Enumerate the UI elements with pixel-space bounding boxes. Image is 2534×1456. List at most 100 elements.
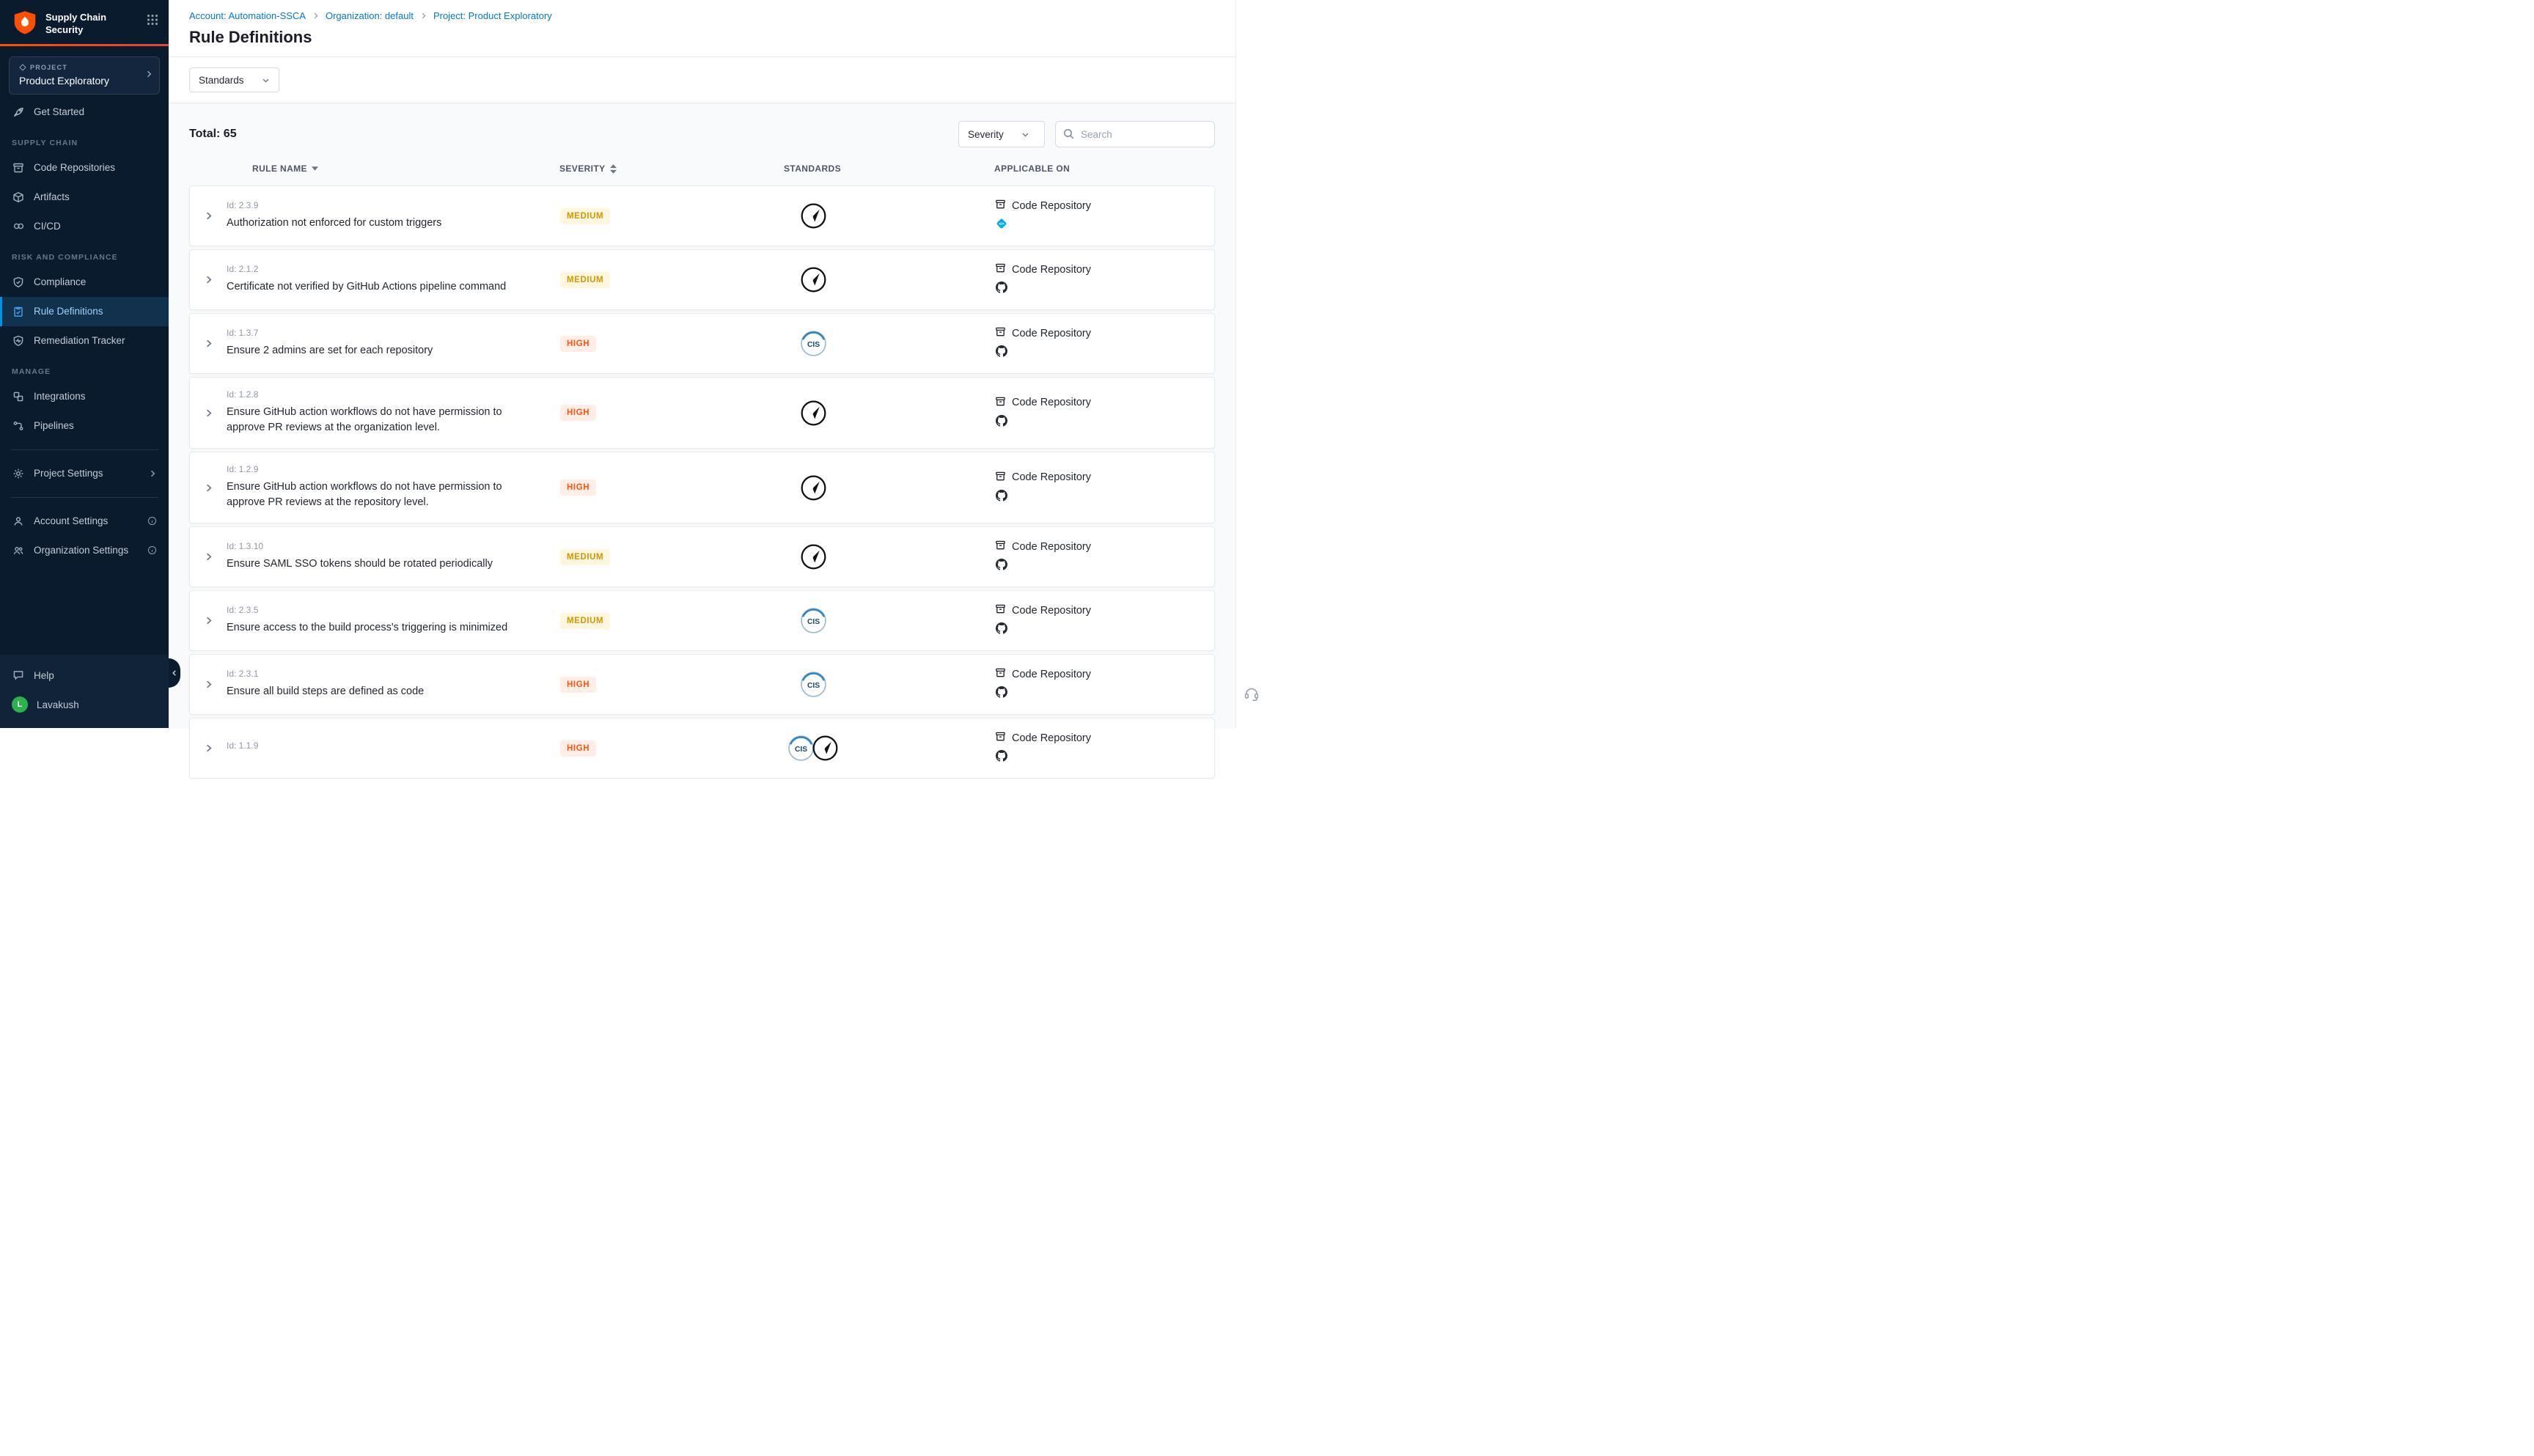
standards-cell <box>696 474 930 501</box>
standards-dropdown[interactable]: Standards <box>189 67 279 92</box>
sidebar-user[interactable]: L Lavakush <box>0 690 169 719</box>
table-row[interactable]: Id: 2.3.1 Ensure all build steps are def… <box>189 654 1215 715</box>
chevron-right-icon <box>312 12 320 20</box>
right-gutter <box>1235 0 1267 728</box>
sidebar-item-artifacts[interactable]: Artifacts <box>0 183 169 212</box>
column-severity[interactable]: SEVERITY <box>559 163 695 174</box>
chevron-right-icon <box>419 12 427 20</box>
account-icon <box>12 515 25 527</box>
support-headset-icon[interactable] <box>1244 685 1260 705</box>
github-icon <box>996 490 1007 505</box>
paper-plane-standard-icon <box>812 735 839 762</box>
cis-standard-icon: CIS <box>800 607 827 634</box>
row-expand-chevron-icon[interactable] <box>190 615 227 626</box>
row-expand-chevron-icon[interactable] <box>190 679 227 690</box>
sidebar-item-project-settings[interactable]: Project Settings <box>0 459 169 488</box>
row-expand-chevron-icon[interactable] <box>190 210 227 221</box>
breadcrumb-organization-link[interactable]: Organization: default <box>326 10 414 21</box>
sidebar-item-integrations[interactable]: Integrations <box>0 382 169 411</box>
rule-id: Id: 1.2.9 <box>227 465 560 474</box>
section-risk-and-compliance: RISK AND COMPLIANCE <box>0 241 169 268</box>
sidebar-item-label: Help <box>34 670 54 681</box>
row-expand-chevron-icon[interactable] <box>190 408 227 419</box>
severity-dropdown[interactable]: Severity <box>958 121 1045 147</box>
gear-icon <box>12 468 25 479</box>
sidebar-item-label: Rule Definitions <box>34 306 103 317</box>
search-input[interactable] <box>1055 121 1215 147</box>
applicable-on-label: Code Repository <box>1012 397 1091 408</box>
svg-text:CIS: CIS <box>807 682 819 690</box>
apps-grid-icon[interactable] <box>147 10 158 29</box>
paper-plane-standard-icon <box>800 202 827 229</box>
code-repository-icon <box>995 603 1006 617</box>
sidebar-item-label: Get Started <box>34 106 84 117</box>
rule-name: Ensure SAML SSO tokens should be rotated… <box>227 556 560 572</box>
table-row[interactable]: Id: 1.3.10 Ensure SAML SSO tokens should… <box>189 526 1215 587</box>
rule-name: Ensure access to the build process's tri… <box>227 620 560 636</box>
sidebar-item-help[interactable]: Help <box>0 661 169 690</box>
user-name: Lavakush <box>37 699 79 710</box>
cis-standard-icon: CIS <box>800 330 827 357</box>
code-repository-icon <box>995 199 1006 213</box>
table-row[interactable]: Id: 1.2.8 Ensure GitHub action workflows… <box>189 377 1215 449</box>
info-icon[interactable] <box>147 545 157 555</box>
table-row[interactable]: Id: 2.1.2 Certificate not verified by Gi… <box>189 249 1215 310</box>
applicable-on-cell: Code Repository <box>930 396 1214 430</box>
chevron-down-icon <box>1021 130 1029 139</box>
sidebar-item-pipelines[interactable]: Pipelines <box>0 411 169 441</box>
rule-id: Id: 2.3.1 <box>227 669 560 678</box>
rule-cell: Id: 2.3.9 Authorization not enforced for… <box>227 201 560 231</box>
table-row[interactable]: Id: 2.3.5 Ensure access to the build pro… <box>189 590 1215 651</box>
sidebar-item-label: Integrations <box>34 391 86 402</box>
rule-name: Ensure GitHub action workflows do not ha… <box>227 405 560 435</box>
clipboard-check-icon <box>12 306 25 317</box>
severity-cell: MEDIUM <box>560 549 696 565</box>
app-title: Supply ChainSecurity <box>45 10 139 37</box>
code-repository-icon <box>995 667 1006 681</box>
rule-name: Ensure 2 admins are set for each reposit… <box>227 343 560 359</box>
sidebar-item-cicd[interactable]: CI/CD <box>0 212 169 241</box>
standards-cell: CIS <box>696 735 930 762</box>
breadcrumb-project-link[interactable]: Project: Product Exploratory <box>433 10 552 21</box>
applicable-on-label: Code Repository <box>1012 328 1091 339</box>
sidebar-item-get-started[interactable]: Get Started <box>0 98 169 127</box>
severity-badge: MEDIUM <box>560 613 610 629</box>
standards-cell <box>696 543 930 570</box>
applicable-on-label: Code Repository <box>1012 200 1091 212</box>
sidebar-item-rule-definitions[interactable]: Rule Definitions <box>0 297 169 326</box>
info-icon[interactable] <box>147 516 157 526</box>
applicable-on-label: Code Repository <box>1012 605 1091 617</box>
sidebar-item-remediation-tracker[interactable]: Remediation Tracker <box>0 326 169 356</box>
user-avatar: L <box>12 696 28 713</box>
sidebar-item-compliance[interactable]: Compliance <box>0 268 169 297</box>
row-expand-chevron-icon[interactable] <box>190 482 227 493</box>
breadcrumb-account-link[interactable]: Account: Automation-SSCA <box>189 10 306 21</box>
row-expand-chevron-icon[interactable] <box>190 274 227 285</box>
github-icon <box>996 559 1007 574</box>
row-expand-chevron-icon[interactable] <box>190 743 227 754</box>
table-row[interactable]: Id: 1.1.9 HIGH CIS Code Repository <box>189 718 1215 779</box>
sort-caret-down-icon <box>312 166 318 171</box>
total-count: Total: 65 <box>189 128 237 141</box>
table-row[interactable]: Id: 2.3.9 Authorization not enforced for… <box>189 185 1215 246</box>
sidebar-item-code-repositories[interactable]: Code Repositories <box>0 153 169 183</box>
provider-icon-slot <box>995 345 1214 361</box>
sidebar-item-account-settings[interactable]: Account Settings <box>0 507 169 536</box>
row-expand-chevron-icon[interactable] <box>190 338 227 349</box>
table-row[interactable]: Id: 1.3.7 Ensure 2 admins are set for ea… <box>189 313 1215 374</box>
code-repository-icon <box>995 396 1006 410</box>
row-expand-chevron-icon[interactable] <box>190 551 227 562</box>
sidebar-item-label: Compliance <box>34 276 86 287</box>
project-selector[interactable]: PROJECT Product Exploratory <box>9 56 160 95</box>
applicable-on-label: Code Repository <box>1012 541 1091 553</box>
provider-icon-slot: </> <box>995 218 1214 233</box>
standards-cell <box>696 266 930 293</box>
table-row[interactable]: Id: 1.2.9 Ensure GitHub action workflows… <box>189 452 1215 523</box>
rule-name: Authorization not enforced for custom tr… <box>227 216 560 231</box>
column-rule-name[interactable]: RULE NAME <box>226 163 559 174</box>
applicable-on-cell: Code Repository <box>930 731 1214 765</box>
rule-id: Id: 1.2.8 <box>227 390 560 399</box>
svg-text:CIS: CIS <box>807 341 819 349</box>
sidebar-item-organization-settings[interactable]: Organization Settings <box>0 536 169 565</box>
github-icon <box>996 750 1007 765</box>
